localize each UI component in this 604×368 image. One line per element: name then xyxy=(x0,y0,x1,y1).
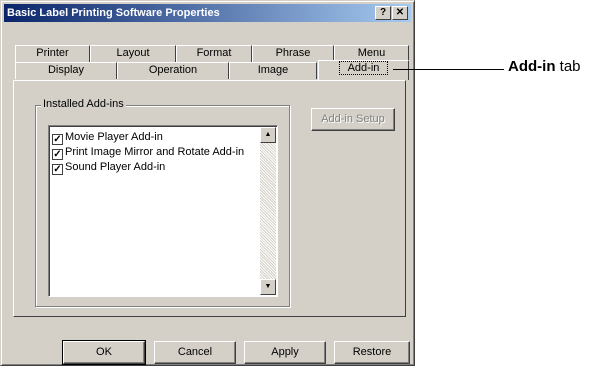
group-label: Installed Add-ins xyxy=(41,98,126,110)
addin-setup-button[interactable]: Add-in Setup xyxy=(311,108,395,131)
item-label: Movie Player Add-in xyxy=(65,131,163,143)
cancel-button[interactable]: Cancel xyxy=(154,341,236,364)
tab-operation[interactable]: Operation xyxy=(117,62,229,79)
title-bar: Basic Label Printing Software Properties… xyxy=(4,4,411,22)
tab-label: Display xyxy=(47,64,85,76)
tab-label: Image xyxy=(257,64,289,76)
tab-label: Printer xyxy=(36,47,69,59)
tab-printer[interactable]: Printer xyxy=(15,45,90,62)
vertical-scrollbar[interactable]: ▲ ▼ xyxy=(260,127,276,295)
list-item[interactable]: ✓ Movie Player Add-in xyxy=(52,130,163,145)
checkbox-check-icon[interactable]: ✓ xyxy=(52,134,63,145)
addins-list[interactable]: ✓ Movie Player Add-in ✓ Print Image Mirror… xyxy=(48,125,278,297)
checkbox-check-icon[interactable]: ✓ xyxy=(52,164,63,175)
tab-label: Menu xyxy=(357,47,386,59)
apply-button[interactable]: Apply xyxy=(244,341,326,364)
tab-layout[interactable]: Layout xyxy=(90,45,176,62)
callout-rest: tab xyxy=(555,58,581,75)
callout-bold: Add-in xyxy=(508,58,556,75)
properties-dialog: Basic Label Printing Software Properties… xyxy=(0,0,415,366)
tab-display[interactable]: Display xyxy=(15,62,117,79)
item-label: Print Image Mirror and Rotate Add-in xyxy=(65,146,245,158)
tab-label: Phrase xyxy=(275,47,311,59)
scroll-up-arrow-icon[interactable]: ▲ xyxy=(260,127,276,143)
list-item[interactable]: ✓ Sound Player Add-in xyxy=(52,160,165,175)
scroll-down-arrow-icon[interactable]: ▼ xyxy=(260,279,276,295)
list-item[interactable]: ✓ Print Image Mirror and Rotate Add-in xyxy=(52,145,244,160)
tab-label: Layout xyxy=(116,47,150,59)
tab-add-in[interactable]: Add-in xyxy=(318,60,409,80)
tab-format[interactable]: Format xyxy=(176,45,252,62)
tab-label: Format xyxy=(196,47,232,59)
tab-label: Add-in xyxy=(338,61,389,75)
checkbox-check-icon[interactable]: ✓ xyxy=(52,149,63,160)
ok-button[interactable]: OK xyxy=(62,340,146,365)
tab-image[interactable]: Image xyxy=(229,62,317,79)
restore-button[interactable]: Restore xyxy=(334,341,410,364)
callout-line xyxy=(393,69,504,70)
dialog-title: Basic Label Printing Software Properties xyxy=(7,7,220,19)
callout-label: Add-in tab xyxy=(508,58,581,75)
help-icon[interactable]: ? xyxy=(375,6,391,20)
item-label: Sound Player Add-in xyxy=(65,161,166,173)
close-icon[interactable]: ✕ xyxy=(392,6,408,20)
tab-label: Operation xyxy=(148,64,198,76)
